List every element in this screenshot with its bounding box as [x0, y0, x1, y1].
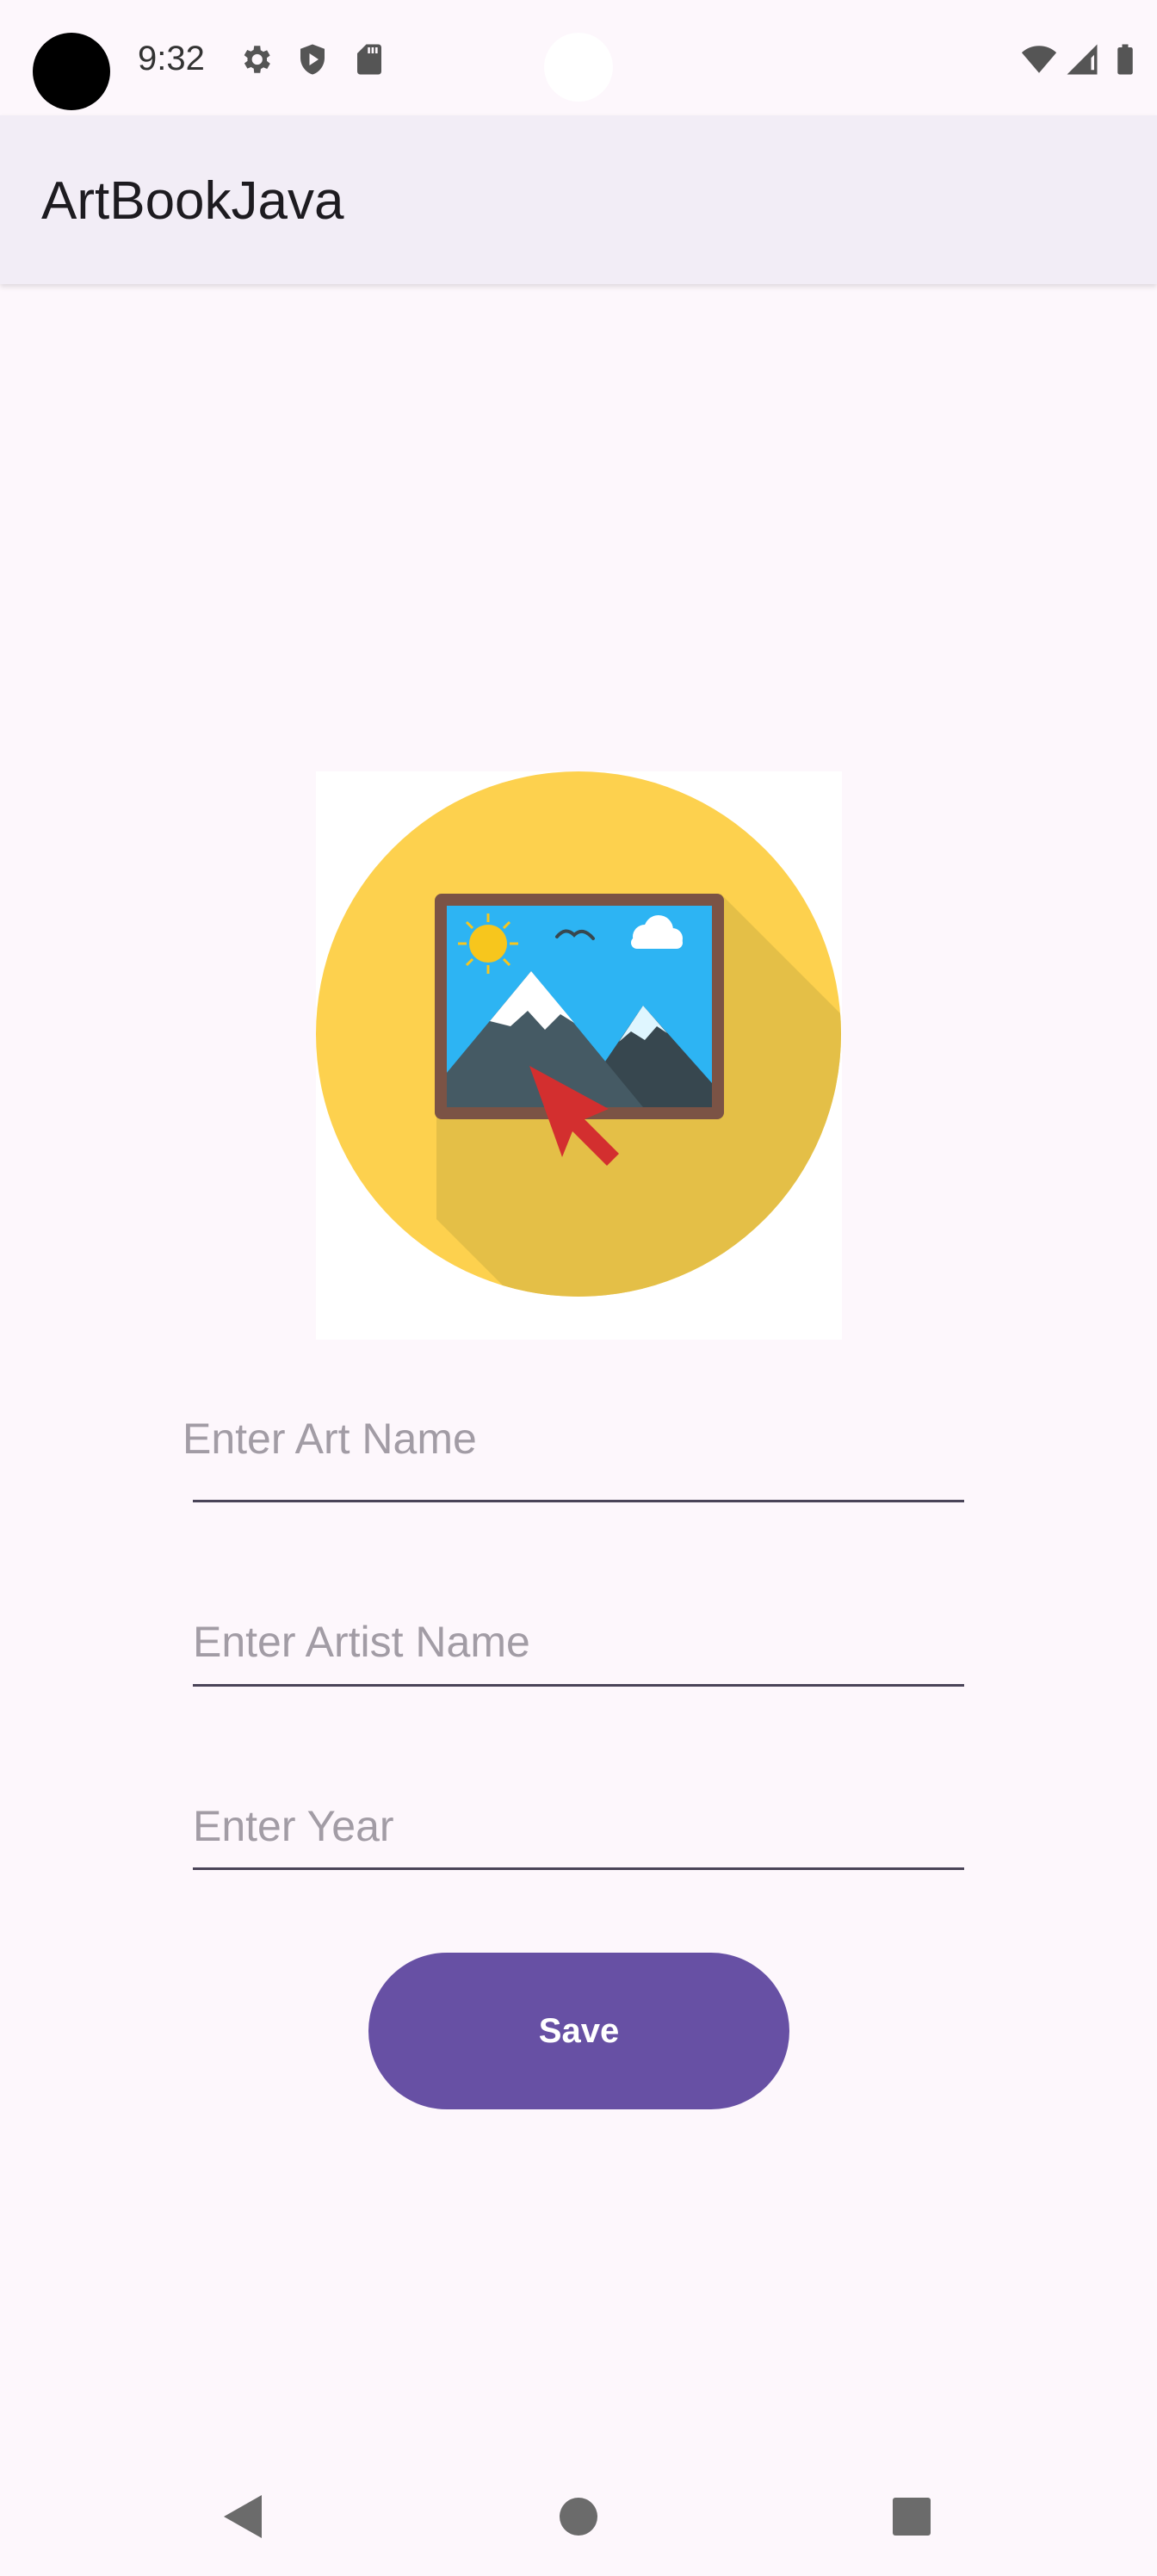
- wifi-icon: [1021, 46, 1057, 73]
- add-image-icon: [316, 771, 841, 1297]
- art-name-underline: [193, 1500, 964, 1502]
- recents-button[interactable]: [882, 2486, 942, 2547]
- year-input[interactable]: [193, 1796, 964, 1856]
- artist-name-input[interactable]: [193, 1612, 964, 1672]
- screen: 9:32 ArtBookJava Enter Art Name Enter Ar…: [0, 0, 1157, 2576]
- year-underline: [193, 1867, 964, 1870]
- art-name-field: [183, 1409, 964, 1502]
- camera-cutout: [33, 33, 110, 110]
- sd-card-icon: [357, 44, 381, 75]
- year-field: [193, 1796, 964, 1870]
- status-time: 9:32: [138, 40, 205, 77]
- save-button[interactable]: Save: [368, 1953, 789, 2109]
- shield-play-icon: [300, 44, 325, 75]
- home-button[interactable]: [548, 2486, 609, 2547]
- artist-name-field: [193, 1612, 964, 1687]
- back-button[interactable]: [212, 2486, 272, 2547]
- gear-icon: [244, 46, 270, 73]
- app-bar: ArtBookJava: [0, 115, 1157, 284]
- select-image-button[interactable]: [316, 771, 842, 1340]
- recents-icon: [893, 2498, 931, 2536]
- artist-name-underline: [193, 1684, 964, 1687]
- back-icon: [224, 2495, 262, 2538]
- navigation-bar: [0, 2452, 1157, 2576]
- home-icon: [560, 2498, 597, 2536]
- art-name-input[interactable]: [183, 1409, 954, 1469]
- battery-icon: [1117, 44, 1133, 75]
- cell-signal-icon: [1067, 44, 1098, 75]
- status-bar: 9:32: [0, 0, 1157, 115]
- front-sensor: [544, 33, 613, 102]
- app-title: ArtBookJava: [41, 171, 344, 231]
